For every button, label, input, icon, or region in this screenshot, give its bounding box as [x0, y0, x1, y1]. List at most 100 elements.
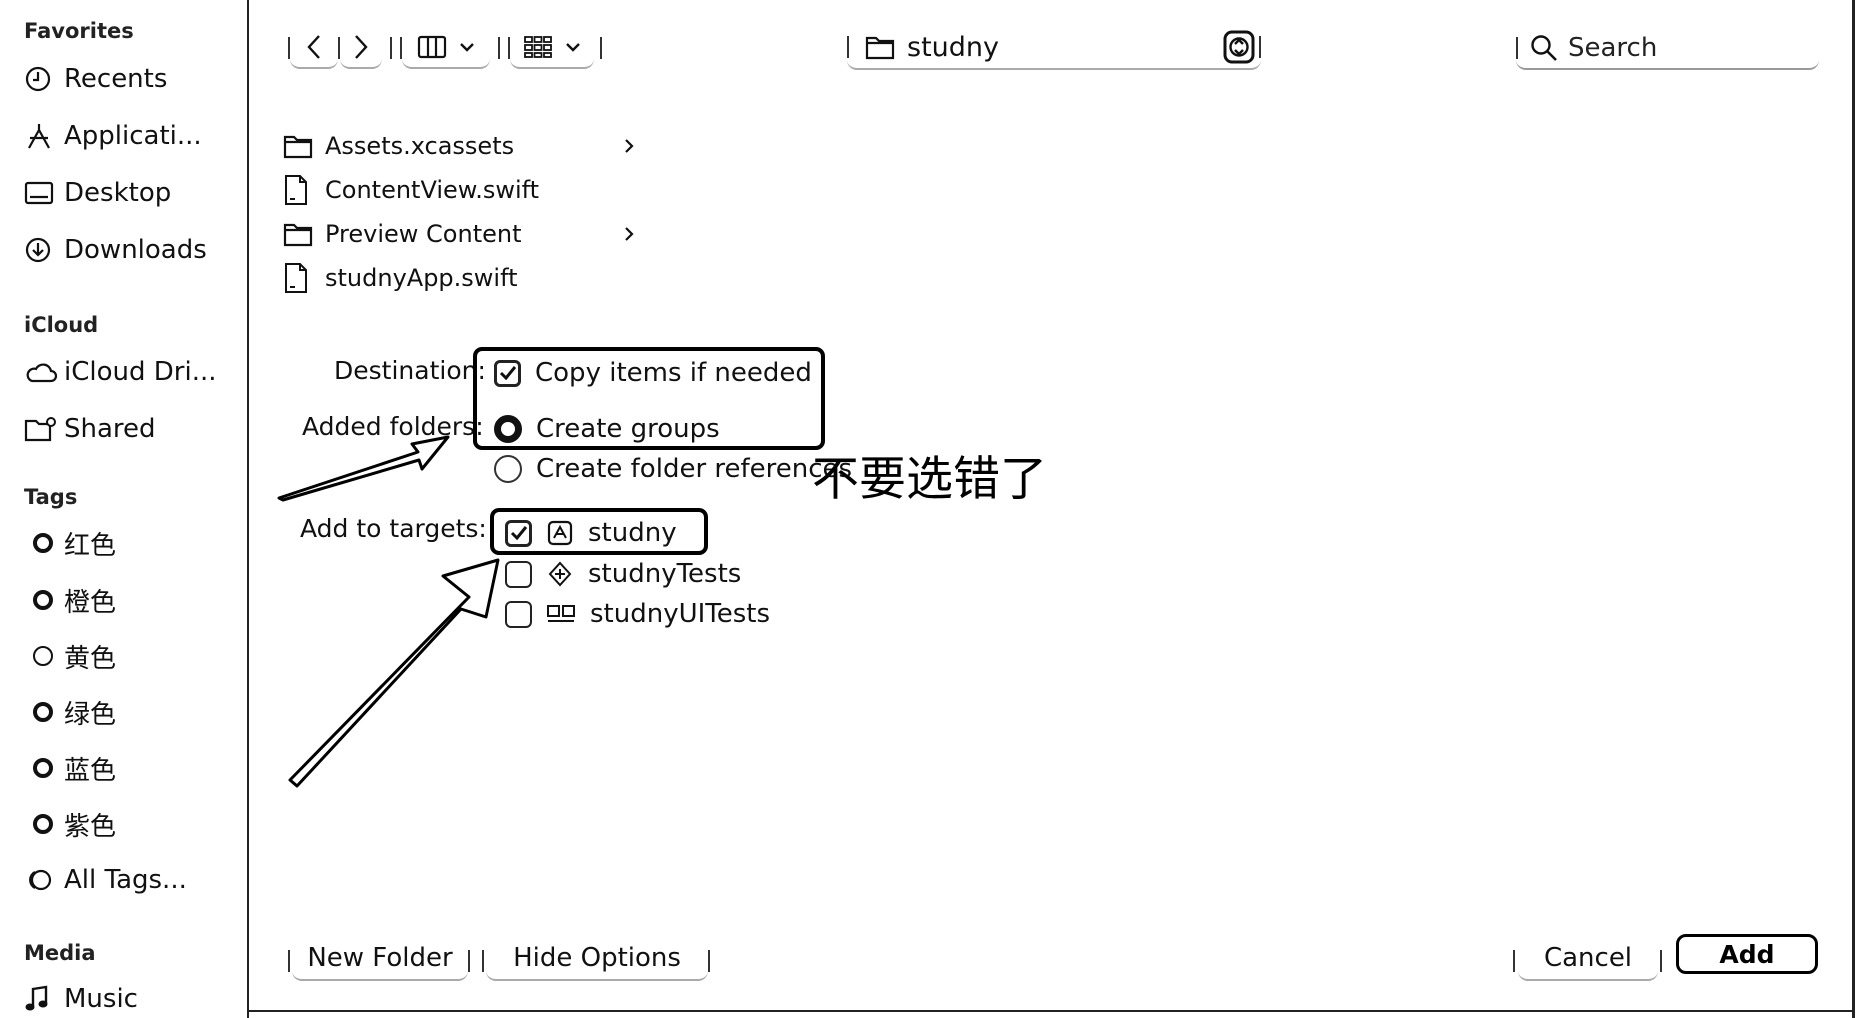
- sidebar-item-label: Downloads: [64, 235, 207, 265]
- arrow-to-options: [277, 435, 450, 502]
- sidebar-tag-red[interactable]: 红色: [24, 521, 116, 565]
- navigation-group: [288, 27, 602, 69]
- sidebar-item-icloud-drive[interactable]: iCloud Dri...: [24, 350, 216, 394]
- search-field[interactable]: [1516, 28, 1819, 70]
- sidebar-item-label: Recents: [64, 64, 168, 94]
- icloud-section-title: iCloud: [24, 313, 99, 337]
- ui-test-target-icon: [547, 605, 575, 622]
- file-name: Assets.xcassets: [325, 132, 515, 160]
- sidebar-tag-orange[interactable]: 橙色: [24, 578, 116, 622]
- tag-dot-icon: [33, 758, 53, 778]
- target-checkbox[interactable]: [505, 560, 532, 588]
- forward-button[interactable]: [340, 27, 382, 69]
- tags-section-title: Tags: [24, 485, 78, 509]
- cloud-icon: [24, 355, 64, 389]
- file-name: ContentView.swift: [325, 176, 540, 204]
- file-icon: [283, 262, 325, 294]
- sidebar-item-label: All Tags...: [64, 865, 187, 895]
- column-view-icon: [417, 35, 447, 59]
- sidebar-item-label: Desktop: [64, 178, 172, 208]
- folder-icon: [865, 36, 895, 60]
- sidebar-tag-green[interactable]: 绿色: [24, 690, 116, 734]
- folder-icon: [283, 133, 325, 159]
- sidebar-tag-blue[interactable]: 蓝色: [24, 746, 116, 790]
- file-row[interactable]: Assets.xcassets: [283, 126, 643, 166]
- sidebar: Favorites Recents Applicati... Desktop D…: [0, 0, 249, 1018]
- sidebar-item-label: Music: [64, 984, 138, 1014]
- sidebar-item-desktop[interactable]: Desktop: [24, 171, 171, 215]
- favorites-section-title: Favorites: [24, 19, 134, 43]
- chevron-left-icon: [307, 35, 320, 59]
- applications-icon: [24, 119, 64, 153]
- sidebar-item-downloads[interactable]: Downloads: [24, 228, 207, 272]
- folder-icon: [283, 221, 325, 247]
- add-to-targets-label: Add to targets:: [300, 514, 487, 543]
- chevron-right-icon: [355, 35, 368, 59]
- group-by-button[interactable]: [510, 27, 594, 69]
- annotation-arrows: [277, 435, 500, 788]
- chevron-down-icon: [566, 43, 580, 52]
- sidebar-item-label: Shared: [64, 414, 156, 444]
- create-folder-references-radio[interactable]: [494, 455, 522, 483]
- clock-icon: [24, 62, 64, 96]
- annotation-text: 不要选错了: [812, 452, 1047, 507]
- sidebar-item-label: 黄色: [64, 643, 117, 674]
- sidebar-item-recents[interactable]: Recents: [24, 57, 167, 101]
- sidebar-item-label: 蓝色: [64, 755, 117, 786]
- search-input[interactable]: [1568, 33, 1798, 63]
- chevron-right-icon: [623, 225, 643, 243]
- hide-options-button[interactable]: Hide Options: [486, 937, 708, 981]
- sidebar-item-shared[interactable]: Shared: [24, 407, 156, 451]
- file-icon: [283, 174, 325, 206]
- target-name: studnyUITests: [590, 599, 771, 629]
- sidebar-item-label: 橙色: [64, 587, 117, 618]
- create-folder-references-label: Create folder references: [536, 454, 853, 484]
- sidebar-item-applications[interactable]: Applicati...: [24, 114, 202, 158]
- sidebar-item-music[interactable]: Music: [24, 977, 138, 1018]
- sidebar-all-tags[interactable]: All Tags...: [24, 858, 187, 902]
- music-note-icon: [24, 982, 64, 1016]
- tag-dot-icon: [33, 533, 53, 553]
- highlight-box-target: [490, 508, 708, 555]
- file-name: studnyApp.swift: [325, 264, 518, 292]
- shared-folder-icon: [24, 412, 64, 446]
- all-tags-icon: [24, 863, 64, 897]
- sidebar-tag-purple[interactable]: 紫色: [24, 802, 116, 846]
- sidebar-tag-yellow[interactable]: 黄色: [24, 634, 116, 678]
- file-name: Preview Content: [325, 220, 522, 248]
- up-down-chevron-icon: [1223, 30, 1255, 64]
- new-folder-button[interactable]: New Folder: [292, 937, 468, 981]
- add-button[interactable]: Add: [1676, 934, 1818, 974]
- sidebar-item-label: 紫色: [64, 811, 117, 842]
- window-edge-bottom: [249, 1010, 1855, 1012]
- back-button[interactable]: [290, 27, 338, 69]
- target-checkbox[interactable]: [505, 600, 532, 628]
- sidebar-item-label: iCloud Dri...: [64, 357, 217, 387]
- target-row-studnyuitests[interactable]: studnyUITests: [505, 594, 770, 634]
- added-folders-label: Added folders:: [302, 412, 484, 441]
- tag-dot-icon: [33, 702, 53, 722]
- file-row[interactable]: studnyApp.swift: [283, 258, 643, 298]
- file-row[interactable]: ContentView.swift: [283, 170, 643, 210]
- chevron-right-icon: [623, 137, 643, 155]
- search-icon: [1531, 35, 1557, 61]
- chevron-down-icon: [460, 43, 474, 52]
- destination-label: Destination:: [334, 356, 486, 385]
- highlight-box-options: [473, 347, 825, 450]
- create-folder-references-option[interactable]: Create folder references: [494, 449, 852, 489]
- path-popup[interactable]: studny: [847, 26, 1261, 70]
- path-label: studny: [907, 31, 999, 63]
- test-target-icon: [548, 561, 572, 587]
- sidebar-item-label: 绿色: [64, 699, 117, 730]
- target-row-studnytests[interactable]: studnyTests: [505, 554, 741, 594]
- view-mode-button[interactable]: [402, 27, 490, 69]
- grid-icon: [524, 36, 552, 58]
- tag-dot-icon: [33, 590, 53, 610]
- desktop-icon: [24, 176, 64, 210]
- sidebar-item-label: 红色: [64, 530, 117, 561]
- target-name: studnyTests: [588, 559, 742, 589]
- tag-dot-icon: [33, 814, 53, 834]
- media-section-title: Media: [24, 941, 96, 965]
- file-row[interactable]: Preview Content: [283, 214, 643, 254]
- cancel-button[interactable]: Cancel: [1518, 937, 1658, 981]
